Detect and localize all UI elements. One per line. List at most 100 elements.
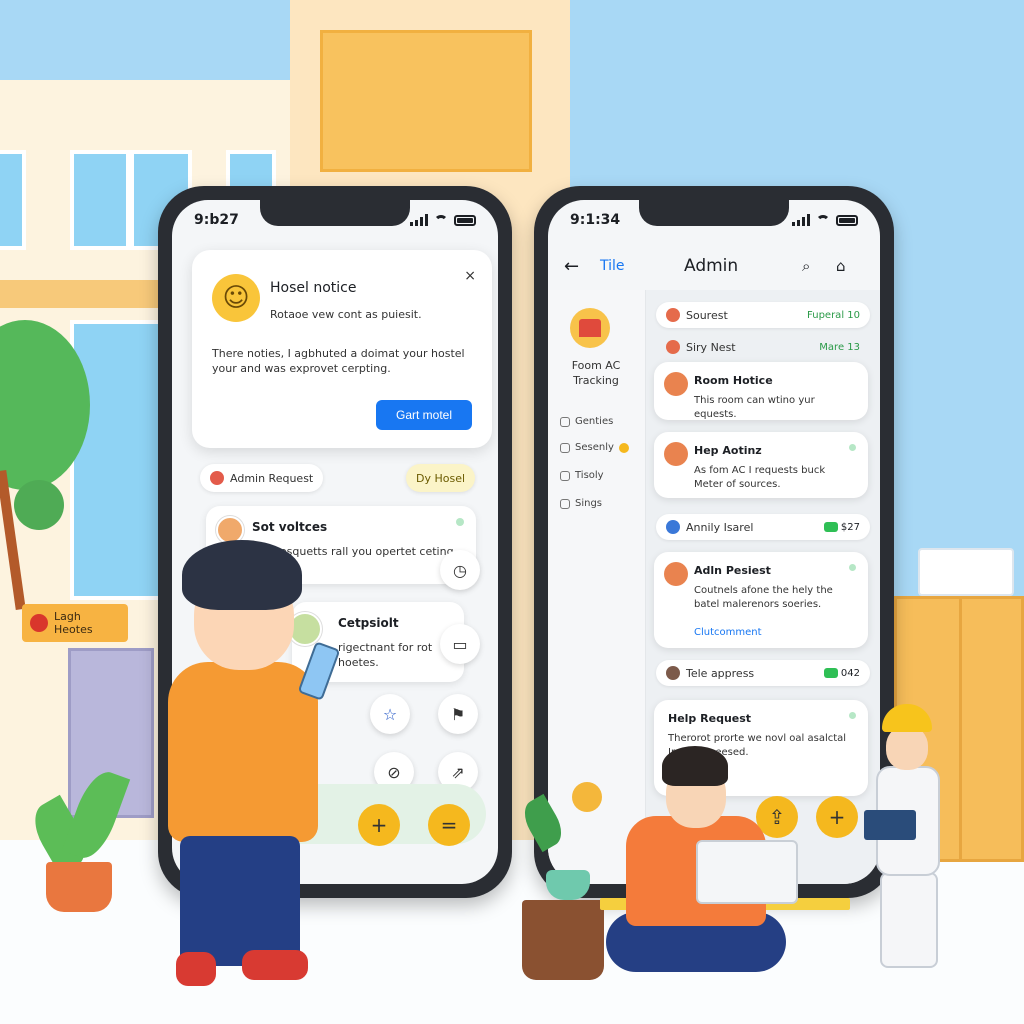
avatar [664, 372, 688, 396]
search-icon [560, 416, 570, 427]
clock-icon[interactable]: ◷ [440, 550, 480, 590]
plant-bowl [546, 870, 590, 900]
add-button[interactable]: + [816, 796, 858, 838]
message-title: Sot voltces [252, 520, 328, 534]
settings-icon [560, 498, 570, 509]
signal-icon [792, 214, 810, 226]
sidebar-item-genties[interactable]: Genties [560, 416, 613, 427]
list-icon [560, 470, 570, 481]
unread-dot [849, 444, 856, 451]
list-item-tag: Fuperal 10 [807, 309, 860, 321]
tree-bush [14, 480, 64, 530]
list-item-label: Siry Nest [686, 340, 736, 354]
message-body: This room can wtino yur equests. [694, 395, 815, 420]
tile-link[interactable]: Tile [600, 258, 625, 274]
message-title: Room Hotice [694, 374, 773, 387]
list-item[interactable]: Siry Nest Mare 13 [656, 334, 870, 360]
sidebar-item-sings[interactable]: Sings [560, 498, 602, 509]
message-card[interactable]: Adln Pesiest Coutnels afone the hely the… [654, 552, 868, 648]
status-time: 9:1:34 [570, 212, 621, 228]
list-item[interactable]: Tele appress 042 [656, 660, 870, 686]
sidebar-item-label: Genties [575, 416, 614, 427]
page-title: Admin [684, 256, 739, 276]
list-item[interactable]: Sourest Fuperal 10 [656, 302, 870, 328]
status-time: 9:b27 [194, 212, 239, 228]
list-item-badge: 042 [823, 667, 860, 679]
plant-pot [46, 862, 112, 912]
close-icon[interactable]: × [464, 268, 476, 284]
battery-icon [454, 214, 476, 226]
wifi-icon [816, 215, 830, 225]
admin-icon [210, 471, 224, 485]
notice-title: Hosel notice [270, 280, 357, 296]
sidebar-title: Foom AC Tracking [571, 359, 621, 387]
sidebar-item-label: Sesenly [575, 442, 614, 453]
message-card[interactable]: Hep Aotinz As fom AC I requests buck Met… [654, 432, 868, 498]
sidebar-item-sesenly[interactable]: Sesenly [560, 442, 629, 453]
unread-dot [849, 564, 856, 571]
sidebar-item-label: Tisoly [575, 470, 604, 481]
list-item-tag: Mare 13 [819, 341, 860, 353]
message-title: Adln Pesiest [694, 564, 771, 577]
list-item-badge: $27 [823, 521, 860, 533]
hard-hat [882, 704, 932, 732]
plant-pot [522, 900, 604, 980]
list-item-label: Tele appress [686, 666, 755, 680]
message-title: Help Request [668, 712, 752, 725]
dy-hosel-chip[interactable]: Dy Hosel [406, 464, 476, 492]
star-icon[interactable]: ☆ [370, 694, 410, 734]
inbox-icon[interactable]: ▭ [440, 624, 480, 664]
avatar [666, 340, 680, 354]
message-body: rigectnant for rot hoetes. [338, 641, 433, 669]
shop-logo-icon [30, 614, 48, 632]
message-body: As fom AC I requests buck Meter of sourc… [694, 465, 826, 490]
comment-link[interactable]: Clutcomment [694, 627, 762, 638]
admin-request-label: Admin Request [230, 471, 314, 485]
worker-character [856, 704, 966, 984]
menu-button[interactable]: = [428, 804, 470, 846]
flower [572, 782, 602, 812]
avatar [666, 520, 680, 534]
flag-icon[interactable]: ⚑ [438, 694, 478, 734]
avatar [666, 666, 680, 680]
unread-dot [849, 712, 856, 719]
shop-sign-text: Lagh Heotes [54, 610, 93, 636]
unread-dot [456, 518, 464, 526]
admin-request-chip[interactable]: Admin Request [200, 464, 324, 492]
message-title: Hep Aotinz [694, 444, 762, 457]
badge-icon [823, 668, 838, 678]
badge-value: 042 [840, 667, 860, 679]
hostel-logo-icon [570, 308, 610, 348]
laptop [696, 840, 798, 904]
message-body: Coutnels afone the hely the batel malere… [694, 585, 833, 610]
list-item[interactable]: Annily Isarel $27 [656, 514, 870, 540]
shop-sign: Lagh Heotes [22, 604, 128, 642]
search-icon[interactable]: ⌕ [802, 257, 810, 275]
badge-icon [823, 522, 838, 532]
boy-character [150, 540, 350, 1000]
signal-icon [410, 214, 428, 226]
notification-badge [618, 442, 629, 453]
router-device [918, 548, 1014, 596]
sitting-man-character [606, 746, 798, 990]
cart-icon[interactable]: ⌂ [836, 257, 846, 275]
back-arrow-icon[interactable]: ← [564, 256, 579, 277]
notch [639, 200, 789, 226]
add-button[interactable]: + [358, 804, 400, 846]
handheld-phone [297, 641, 341, 701]
notice-subtitle: Rotaoe vew cont as puiesit. [270, 308, 422, 321]
list-item-label: Annily Isarel [686, 520, 754, 534]
notice-action-button[interactable]: Gart motel [376, 400, 472, 430]
sidebar-item-label: Sings [575, 498, 603, 509]
avatar [664, 442, 688, 466]
sidebar-item-tisoly[interactable]: Tisoly [560, 470, 604, 481]
notice-body: There noties, I agbhuted a doimat your h… [212, 347, 465, 375]
hostel-notice-card: ☺ Hosel notice × Rotaoe vew cont as puie… [192, 250, 492, 448]
badge-value: $27 [840, 521, 860, 533]
avatar [666, 308, 680, 322]
avatar [664, 562, 688, 586]
app-header: ← Tile Admin ⌕ ⌂ [548, 244, 880, 288]
battery-icon [836, 214, 858, 226]
message-card[interactable]: Room Hotice This room can wtino yur eque… [654, 362, 868, 420]
notch [260, 200, 410, 226]
